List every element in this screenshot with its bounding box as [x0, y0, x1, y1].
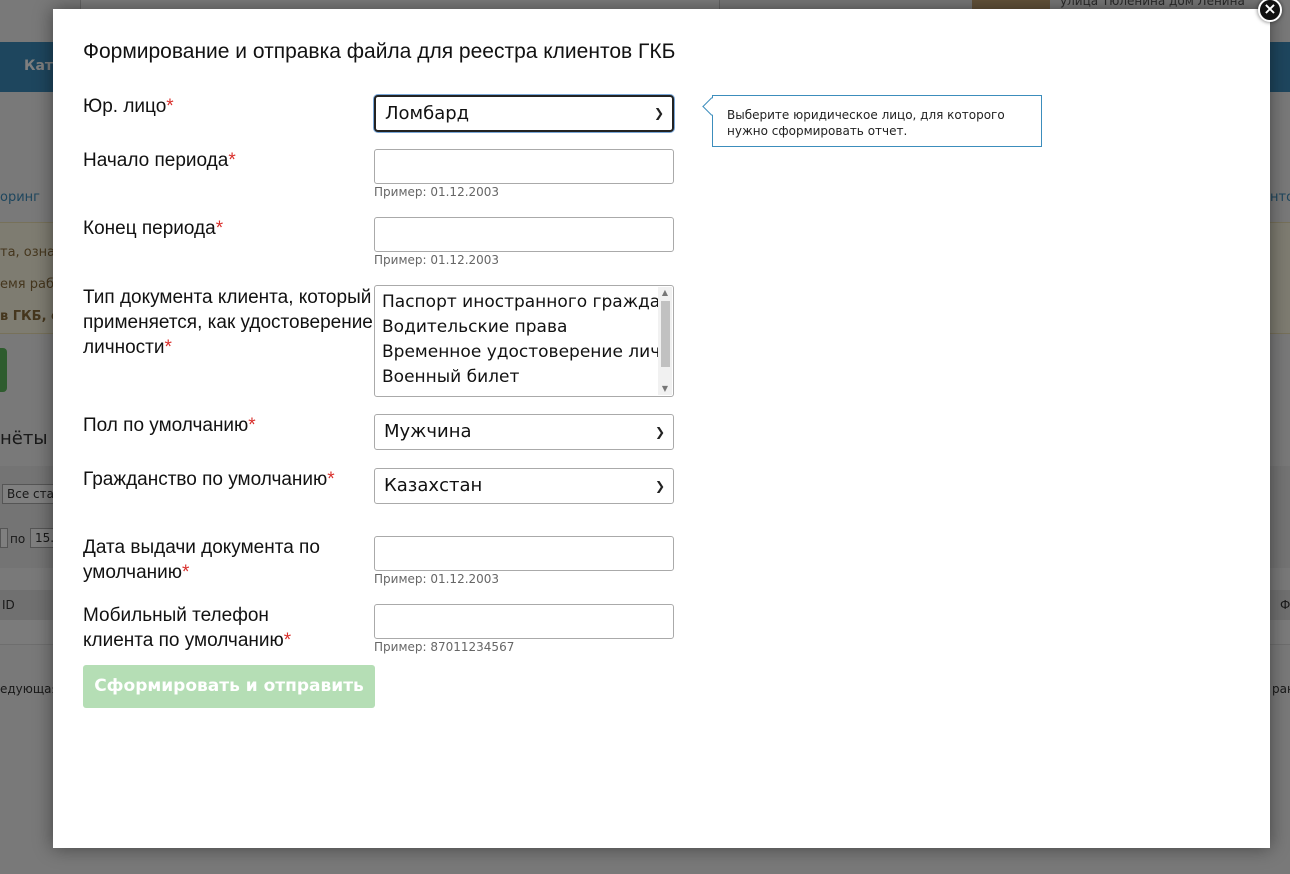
chevron-down-icon: ❯	[654, 479, 665, 493]
scroll-down-icon[interactable]: ▼	[658, 383, 672, 395]
required-mark: *	[182, 562, 190, 583]
period-end-hint: Пример: 01.12.2003	[374, 253, 500, 267]
scroll-up-icon[interactable]: ▲	[658, 287, 672, 299]
required-mark: *	[228, 150, 236, 171]
citizenship-label-text: Гражданство по умолчанию	[83, 469, 328, 490]
gender-label: Пол по умолчанию*	[83, 413, 373, 438]
doc-type-option[interactable]: Временное удостоверение личности	[382, 340, 658, 365]
issue-date-hint: Пример: 01.12.2003	[374, 572, 500, 586]
period-start-label-text: Начало периода	[83, 150, 229, 171]
tooltip-arrow	[702, 97, 721, 116]
citizenship-select[interactable]: Казахстан ❯	[374, 468, 674, 504]
required-mark: *	[248, 415, 256, 436]
gender-label-text: Пол по умолчанию	[83, 415, 249, 436]
issue-date-label-text: Дата выдачи документа по умолчанию	[83, 537, 320, 583]
period-end-input[interactable]	[374, 217, 674, 252]
tooltip-text: Выберите юридическое лицо, для которого …	[727, 108, 1005, 138]
legal-entity-label: Юр. лицо*	[83, 94, 373, 119]
report-modal: Формирование и отправка файла для реестр…	[53, 9, 1270, 848]
period-start-label: Начало периода*	[83, 148, 373, 173]
period-start-hint: Пример: 01.12.2003	[374, 185, 500, 199]
required-mark: *	[327, 469, 335, 490]
issue-date-label: Дата выдачи документа по умолчанию*	[83, 535, 373, 585]
legal-entity-label-text: Юр. лицо	[83, 96, 167, 117]
required-mark: *	[164, 337, 172, 358]
chevron-down-icon: ❯	[653, 106, 664, 120]
phone-label: Мобильный телефон клиента по умолчанию*	[83, 603, 343, 653]
doc-type-listbox[interactable]: Паспорт иностранного гражданина Водитель…	[374, 285, 674, 397]
legal-entity-tooltip: Выберите юридическое лицо, для которого …	[702, 95, 1042, 147]
doc-type-scrollbar[interactable]: ▲ ▼	[658, 287, 672, 395]
required-mark: *	[215, 218, 224, 239]
phone-input[interactable]	[374, 604, 674, 639]
citizenship-value: Казахстан	[384, 475, 483, 496]
doc-type-option[interactable]: Паспорт иностранного гражданина	[382, 290, 658, 315]
required-mark: *	[166, 96, 174, 117]
citizenship-label: Гражданство по умолчанию*	[83, 467, 353, 492]
legal-entity-select[interactable]: Ломбард ❯	[374, 95, 674, 132]
period-end-label-text: Конец периода	[83, 218, 216, 239]
gender-select[interactable]: Мужчина ❯	[374, 414, 674, 450]
gender-value: Мужчина	[384, 421, 472, 442]
phone-hint: Пример: 87011234567	[374, 640, 515, 654]
doc-type-label-text: Тип документа клиента, который применяет…	[83, 287, 373, 358]
submit-button[interactable]: Сформировать и отправить	[83, 665, 375, 708]
issue-date-input[interactable]	[374, 536, 674, 571]
legal-entity-value: Ломбард	[385, 103, 470, 124]
scroll-thumb[interactable]	[661, 301, 670, 367]
modal-title: Формирование и отправка файла для реестр…	[83, 40, 676, 63]
doc-type-label: Тип документа клиента, который применяет…	[83, 285, 373, 360]
period-start-input[interactable]	[374, 149, 674, 184]
required-mark: *	[283, 630, 292, 651]
chevron-down-icon: ❯	[654, 425, 665, 439]
phone-label-text: Мобильный телефон клиента по умолчанию	[83, 605, 284, 651]
period-end-label: Конец периода*	[83, 216, 373, 241]
doc-type-option[interactable]: Водительские права	[382, 315, 658, 340]
doc-type-option[interactable]: Военный билет	[382, 365, 658, 390]
